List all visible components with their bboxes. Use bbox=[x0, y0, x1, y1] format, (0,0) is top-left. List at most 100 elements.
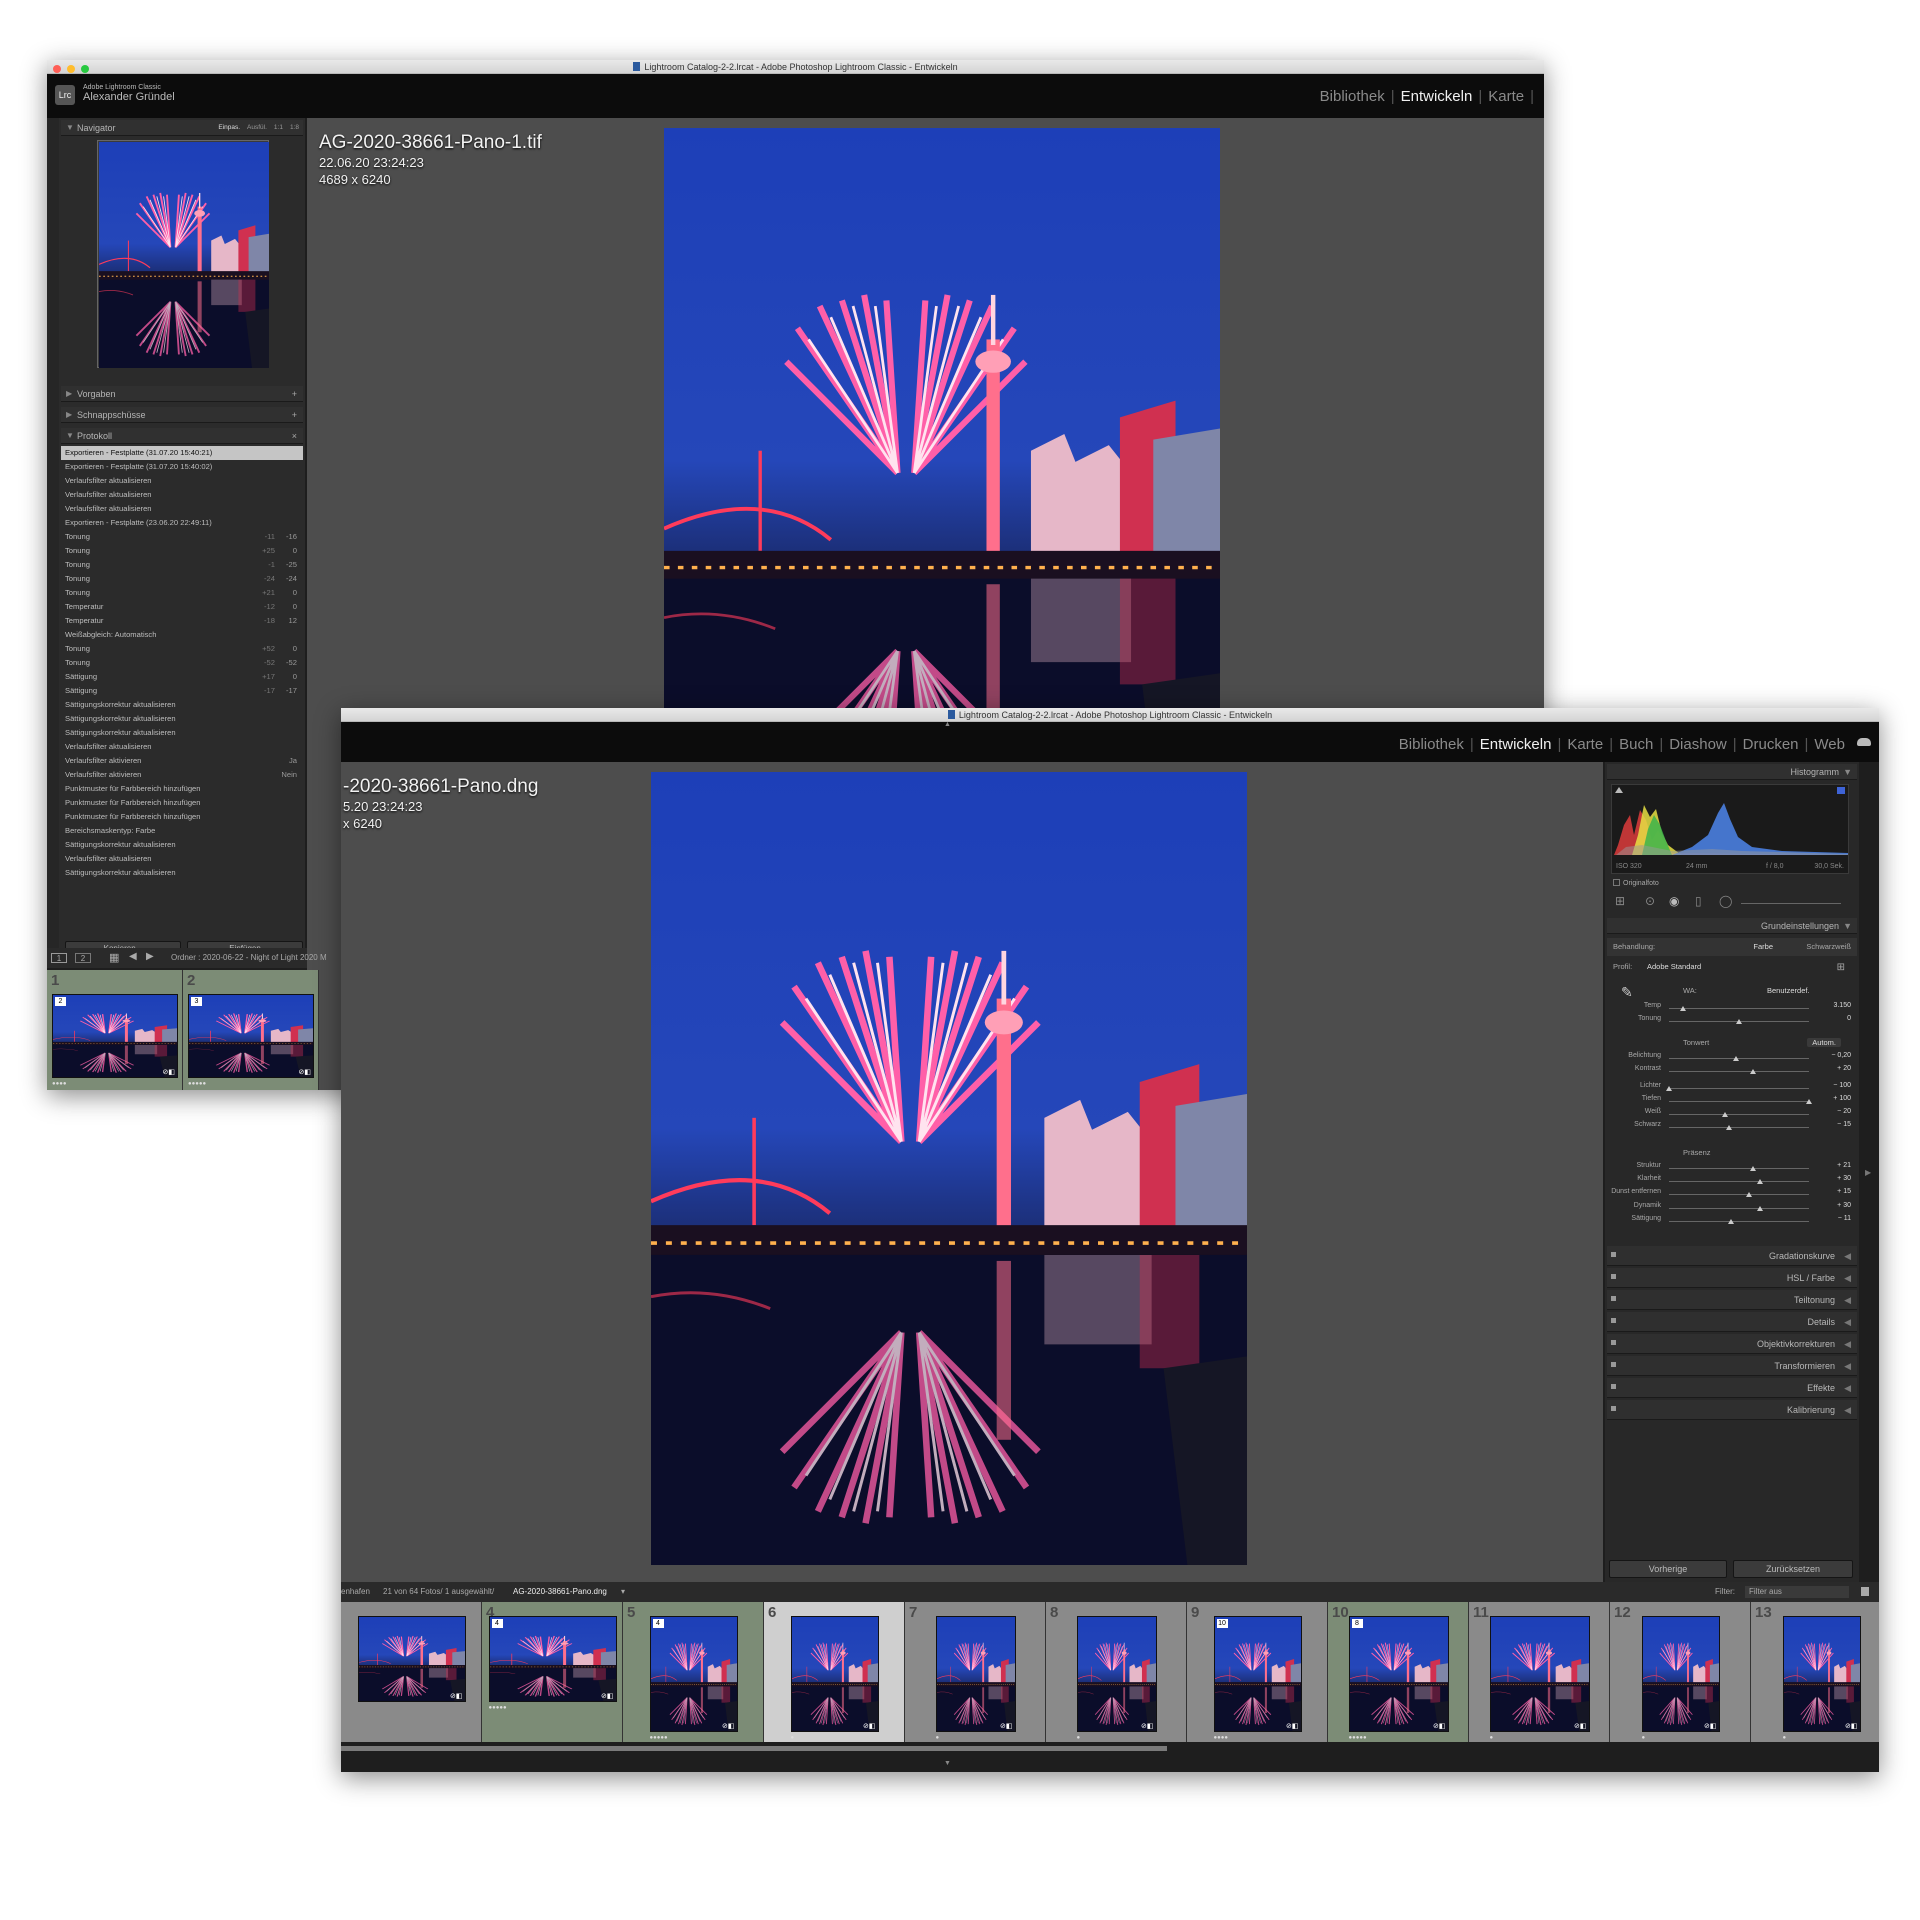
slider-track[interactable] bbox=[1666, 1086, 1809, 1091]
collapse-top-icon[interactable]: ▲ bbox=[944, 721, 951, 728]
panel-toggle-switch[interactable] bbox=[1611, 1406, 1616, 1411]
zoom-option[interactable]: Einpas. bbox=[218, 124, 240, 131]
panel-toggle-switch[interactable] bbox=[1611, 1274, 1616, 1279]
activity-cloud-icon[interactable] bbox=[1857, 738, 1871, 746]
photo-thumbnail[interactable]: ⊘◧ bbox=[1782, 1616, 1861, 1732]
panel-toggle-switch[interactable] bbox=[1611, 1318, 1616, 1323]
grid-view-icon[interactable]: ▦ bbox=[109, 951, 119, 964]
slider-value[interactable]: + 20 bbox=[1837, 1065, 1851, 1072]
history-step[interactable]: Weißabgleich: Automatisch bbox=[61, 628, 303, 642]
photo-thumbnail[interactable]: ⊘◧ bbox=[357, 1616, 466, 1702]
previous-button[interactable]: Vorherige bbox=[1609, 1560, 1727, 1578]
history-step[interactable]: Verlaufsfilter aktualisieren bbox=[61, 740, 303, 754]
history-step[interactable]: Verlaufsfilter aktualisieren bbox=[61, 852, 303, 866]
filmstrip-cell[interactable]: 2 3 ⊘◧ ●●●●● bbox=[183, 970, 319, 1090]
star-rating[interactable]: ●●●●● bbox=[188, 1081, 206, 1087]
slider-track[interactable] bbox=[1669, 1166, 1809, 1171]
history-step[interactable]: Tonung +52 0 bbox=[61, 642, 303, 656]
panel-section-header[interactable]: Gradationskurve ◀ bbox=[1607, 1246, 1857, 1266]
filmstrip-cell[interactable]: 11 ⊘◧ ● bbox=[1469, 1602, 1610, 1742]
panel-toggle-switch[interactable] bbox=[1611, 1362, 1616, 1367]
spot-removal-icon[interactable]: ⊙ bbox=[1645, 894, 1655, 908]
module-bibliothek[interactable]: Bibliothek bbox=[1399, 736, 1464, 753]
zoom-option[interactable]: Ausfül. bbox=[247, 124, 267, 131]
slider-value[interactable]: + 30 bbox=[1837, 1202, 1851, 1209]
slider-knob[interactable] bbox=[1726, 1125, 1733, 1130]
history-step[interactable]: Tonung -1 -25 bbox=[61, 558, 303, 572]
filmstrip-cell[interactable]: 7 ⊘◧ ● bbox=[905, 1602, 1046, 1742]
reset-button[interactable]: Zurücksetzen bbox=[1733, 1560, 1853, 1578]
filmstrip-cell[interactable]: 4 4 ⊘◧ ●●●●● bbox=[482, 1602, 623, 1742]
brush-slider[interactable] bbox=[1741, 903, 1841, 904]
history-step[interactable]: Tonung +25 0 bbox=[61, 544, 303, 558]
screen-1-button[interactable]: 1 bbox=[51, 953, 67, 963]
history-step[interactable]: Punktmuster für Farbbereich hinzufügen bbox=[61, 810, 303, 824]
filter-dropdown[interactable]: Filter aus bbox=[1745, 1586, 1849, 1598]
navigator-header[interactable]: ▼ Navigator Einpas. Ausfül. 1:1 1:8 bbox=[61, 120, 303, 136]
close-window-button[interactable] bbox=[53, 65, 61, 73]
slider-track[interactable] bbox=[1669, 1219, 1809, 1224]
filmstrip-cell[interactable]: 10 8 ⊘◧ ●●●●● bbox=[1328, 1602, 1469, 1742]
photo-thumbnail[interactable]: 2 ⊘◧ bbox=[52, 994, 178, 1078]
module-diashow[interactable]: Diashow bbox=[1669, 736, 1727, 753]
slider-knob[interactable] bbox=[1680, 1006, 1686, 1011]
history-step[interactable]: Bereichsmaskentyp: Farbe bbox=[61, 824, 303, 838]
filmstrip-cell[interactable]: 1 2 ⊘◧ ●●●● bbox=[47, 970, 183, 1090]
add-preset-icon[interactable]: + bbox=[292, 386, 297, 402]
histogram[interactable]: ISO 320 24 mm f / 8,0 30,0 Sek. bbox=[1611, 784, 1849, 874]
profile-dropdown[interactable]: Adobe Standard bbox=[1647, 962, 1701, 971]
slider-track[interactable] bbox=[1669, 1192, 1809, 1197]
history-step[interactable]: Temperatur -12 0 bbox=[61, 600, 303, 614]
slider-value[interactable]: + 21 bbox=[1837, 1162, 1851, 1169]
original-checkbox[interactable] bbox=[1613, 879, 1620, 886]
panel-toggle-switch[interactable] bbox=[1611, 1296, 1616, 1301]
add-snapshot-icon[interactable]: + bbox=[292, 407, 297, 423]
module-buch[interactable]: Buch bbox=[1619, 736, 1653, 753]
module-entwickeln[interactable]: Entwickeln bbox=[1401, 88, 1473, 105]
radial-filter-icon[interactable]: ◯ bbox=[1719, 894, 1732, 908]
navigator-preview[interactable] bbox=[97, 140, 269, 368]
history-step[interactable]: Temperatur -18 12 bbox=[61, 614, 303, 628]
history-step[interactable]: Tonung -52 -52 bbox=[61, 656, 303, 670]
slider-track[interactable] bbox=[1669, 1179, 1809, 1184]
photo-thumbnail[interactable]: ⊘◧ bbox=[790, 1616, 879, 1732]
photo-thumbnail[interactable]: ⊘◧ bbox=[1489, 1616, 1590, 1732]
screen-2-button[interactable]: 2 bbox=[75, 953, 91, 963]
zoom-window-button[interactable] bbox=[81, 65, 89, 73]
filmstrip-cell[interactable]: 8 ⊘◧ ● bbox=[1046, 1602, 1187, 1742]
history-step[interactable]: Exportieren - Festplatte (23.06.20 22:49… bbox=[61, 516, 303, 530]
filename-dropdown-icon[interactable]: ▾ bbox=[621, 1582, 625, 1602]
slider-value[interactable]: 3.150 bbox=[1833, 1002, 1851, 1009]
filmstrip-cell[interactable]: 13 ⊘◧ ● bbox=[1751, 1602, 1879, 1742]
filmstrip-scrollbar[interactable] bbox=[341, 1746, 1167, 1751]
slider-knob[interactable] bbox=[1757, 1206, 1763, 1211]
wb-dropdown[interactable]: Benutzerdef. bbox=[1767, 986, 1810, 995]
selected-filename[interactable]: AG-2020-38661-Pano.dng bbox=[513, 1582, 607, 1602]
history-step[interactable]: Tonung -11 -16 bbox=[61, 530, 303, 544]
history-step[interactable]: Sättigungskorrektur aktualisieren bbox=[61, 866, 303, 880]
slider-knob[interactable] bbox=[1736, 1019, 1742, 1024]
graduated-filter-icon[interactable]: ▯ bbox=[1695, 894, 1702, 908]
basic-header[interactable]: Grundeinstellungen ▼ bbox=[1607, 918, 1857, 934]
front-canvas[interactable]: -2020-38661-Pano.dng 5.20 23:24:23 x 624… bbox=[341, 762, 1603, 1582]
module-karte[interactable]: Karte bbox=[1488, 88, 1524, 105]
panel-section-header[interactable]: HSL / Farbe ◀ bbox=[1607, 1268, 1857, 1288]
back-arrow-icon[interactable]: ◀ bbox=[129, 951, 137, 962]
star-rating[interactable]: ● bbox=[1077, 1735, 1081, 1741]
photo-thumbnail[interactable]: ⊘◧ bbox=[1076, 1616, 1157, 1732]
filter-lock-icon[interactable] bbox=[1861, 1587, 1869, 1596]
panel-toggle-switch[interactable] bbox=[1611, 1252, 1616, 1257]
photo-thumbnail[interactable]: 4 ⊘◧ bbox=[649, 1616, 738, 1732]
slider-value[interactable]: + 100 bbox=[1833, 1095, 1851, 1102]
shadow-clip-icon[interactable] bbox=[1615, 787, 1623, 793]
filmstrip-cell[interactable]: 5 4 ⊘◧ ●●●●● bbox=[623, 1602, 764, 1742]
photo-thumbnail[interactable]: 10 ⊘◧ bbox=[1213, 1616, 1302, 1732]
photo-thumbnail[interactable]: ⊘◧ bbox=[1641, 1616, 1720, 1732]
star-rating[interactable]: ●●●●● bbox=[650, 1735, 668, 1741]
slider-track[interactable] bbox=[1669, 1019, 1809, 1024]
history-step[interactable]: Verlaufsfilter aktualisieren bbox=[61, 474, 303, 488]
slider-value[interactable]: + 15 bbox=[1837, 1188, 1851, 1195]
panel-section-header[interactable]: Kalibrierung ◀ bbox=[1607, 1400, 1857, 1420]
slider-value[interactable]: 0 bbox=[1847, 1015, 1851, 1022]
module-web[interactable]: Web bbox=[1814, 736, 1845, 753]
